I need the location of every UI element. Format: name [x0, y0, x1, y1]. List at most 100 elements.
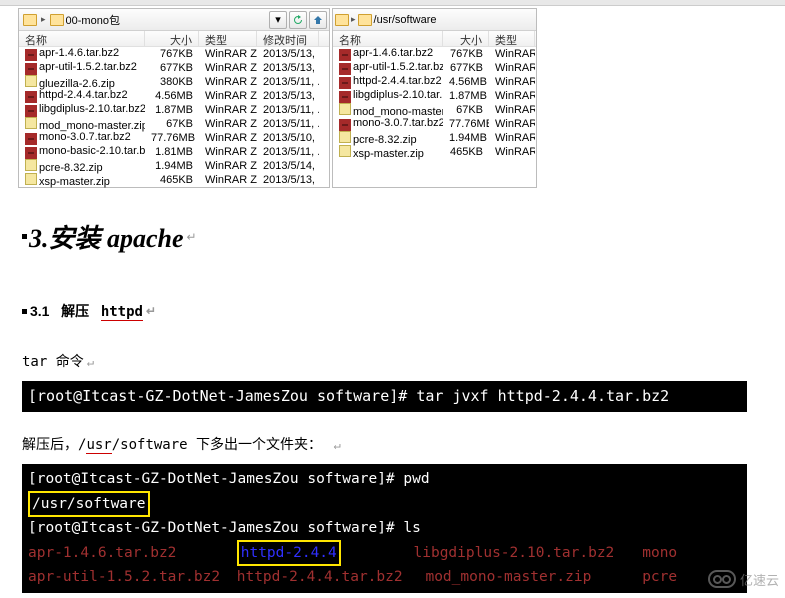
highlight-pwd: /usr/software — [28, 491, 150, 517]
terminal-line: [root@Itcast-GZ-DotNet-JamesZou software… — [28, 517, 741, 539]
ls-item: httpd-2.4.4.tar.bz2 — [237, 566, 417, 588]
file-row: apr-1.4.6.tar.bz2767KBWinRAR Z... — [333, 47, 536, 61]
terminal-line: [root@Itcast-GZ-DotNet-JamesZou software… — [28, 387, 669, 405]
file-row: apr-util-1.5.2.tar.bz2677KBWinRAR Z...20… — [19, 61, 329, 75]
file-row: httpd-2.4.4.tar.bz24.56MBWinRAR Z... — [333, 75, 536, 89]
file-size: 4.56MB — [443, 76, 489, 88]
ls-item: pcre — [642, 569, 677, 585]
file-type: WinRAR Z... — [199, 104, 257, 116]
file-row: mono-3.0.7.tar.bz277.76MBWinRAR Z... — [333, 117, 536, 131]
section-number: 3. — [29, 224, 49, 253]
breadcrumb-sep-icon: ▸ — [41, 14, 46, 25]
path-text: /usr/software — [372, 14, 534, 26]
return-mark: ↵ — [146, 304, 156, 318]
terminal-line: [root@Itcast-GZ-DotNet-JamesZou software… — [28, 468, 741, 490]
file-name: xsp-master.zip — [19, 173, 145, 188]
file-type: WinRAR Z... — [199, 48, 257, 60]
file-size: 465KB — [443, 146, 489, 158]
file-type: WinRAR Z... — [489, 48, 535, 60]
column-headers: 名称 大小 类型 修改时间 — [19, 31, 329, 47]
rar-file-icon — [25, 63, 37, 75]
col-type: 类型 — [489, 31, 535, 46]
zip-file-icon — [339, 103, 351, 115]
return-mark: ↵ — [333, 438, 340, 452]
col-name: 名称 — [333, 31, 443, 46]
explorer-pane-right: ▸ /usr/software 名称 大小 类型 apr-1.4.6.tar.b… — [332, 8, 537, 188]
file-size: 67KB — [443, 104, 489, 116]
watermark-text: 亿速云 — [740, 570, 779, 589]
watermark-logo-icon — [708, 570, 736, 588]
file-type: WinRAR Z... — [199, 132, 257, 144]
subsection-keyword: httpd — [101, 304, 143, 321]
file-name: mono-3.0.7.tar.bz2 — [333, 117, 443, 131]
file-row: mono-3.0.7.tar.bz277.76MBWinRAR Z...2013… — [19, 131, 329, 145]
file-name: libgdiplus-2.10.tar.bz2 — [19, 103, 145, 117]
file-size: 677KB — [145, 62, 199, 74]
subsection-text: 解压 — [61, 303, 89, 319]
folder-icon — [358, 14, 372, 26]
file-name: gluezilla-2.6.zip — [19, 75, 145, 90]
document-body: 3.安装 apache ↵ 3.1 解压 httpd ↵ tar 命令↵ [ro… — [0, 188, 785, 593]
zip-file-icon — [339, 131, 351, 143]
dropdown-icon: ▾ — [269, 11, 287, 29]
file-list-left: apr-1.4.6.tar.bz2767KBWinRAR Z...2013/5/… — [19, 47, 329, 187]
file-type: WinRAR Z... — [489, 62, 535, 74]
file-name: libgdiplus-2.10.tar... — [333, 89, 443, 103]
file-name: mod_mono-master... — [333, 103, 443, 118]
file-row: mod_mono-master...67KBWinRAR Z... — [333, 103, 536, 117]
ls-item: mod_mono-master.zip — [425, 566, 633, 588]
file-name: apr-util-1.5.2.tar.bz2 — [333, 61, 443, 75]
rar-file-icon — [339, 63, 351, 75]
file-name: xsp-master.zip — [333, 145, 443, 160]
zip-file-icon — [25, 173, 37, 185]
file-date: 2013/5/11, ... — [257, 118, 319, 130]
text: /software 下多出一个文件夹： — [112, 437, 322, 453]
file-date: 2013/5/11, ... — [257, 146, 319, 158]
file-name: apr-1.4.6.tar.bz2 — [19, 47, 145, 61]
file-date: 2013/5/13, ... — [257, 90, 319, 102]
file-size: 77.76MB — [145, 132, 199, 144]
bullet-icon — [22, 234, 27, 239]
file-row: pcre-8.32.zip1.94MBWinRAR Z... — [333, 131, 536, 145]
file-size: 1.94MB — [145, 160, 199, 172]
file-name: mod_mono-master.zip — [19, 117, 145, 132]
refresh-icon — [289, 11, 307, 29]
zip-file-icon — [339, 145, 351, 157]
address-icons: ▸ — [21, 14, 64, 26]
ls-item: libgdiplus-2.10.tar.bz2 — [414, 542, 634, 564]
file-date: 2013/5/11, ... — [257, 76, 319, 88]
file-date: 2013/5/11, ... — [257, 104, 319, 116]
rar-file-icon — [25, 49, 37, 61]
column-headers: 名称 大小 类型 — [333, 31, 536, 47]
ls-item: mono — [642, 545, 677, 561]
file-list-right: apr-1.4.6.tar.bz2767KBWinRAR Z...apr-uti… — [333, 47, 536, 159]
file-type: WinRAR Z... — [489, 76, 535, 88]
file-type: WinRAR Z... — [199, 160, 257, 172]
file-size: 1.87MB — [443, 90, 489, 102]
rar-file-icon — [339, 91, 351, 103]
file-type: WinRAR Z... — [489, 104, 535, 116]
terminal-block-1: [root@Itcast-GZ-DotNet-JamesZou software… — [22, 381, 747, 412]
file-size: 767KB — [443, 48, 489, 60]
file-size: 4.56MB — [145, 90, 199, 102]
text: tar — [22, 354, 47, 370]
ls-item-highlight: httpd-2.4.4 — [241, 545, 337, 561]
file-row: apr-1.4.6.tar.bz2767KBWinRAR Z...2013/5/… — [19, 47, 329, 61]
rar-file-icon — [25, 133, 37, 145]
col-date: 修改时间 — [257, 31, 319, 46]
file-type: WinRAR Z... — [199, 174, 257, 186]
col-name: 名称 — [19, 31, 145, 46]
file-size: 1.87MB — [145, 104, 199, 116]
file-type: WinRAR Z... — [199, 62, 257, 74]
text: 命令 — [47, 354, 83, 370]
zip-file-icon — [25, 159, 37, 171]
file-type: WinRAR Z... — [199, 90, 257, 102]
file-size: 465KB — [145, 174, 199, 186]
file-name: pcre-8.32.zip — [333, 131, 443, 146]
explorer-pane-left: ▸ 00-mono包 ▾ 名称 大小 类型 修改时间 apr-1.4.6.tar… — [18, 8, 330, 188]
file-name: httpd-2.4.4.tar.bz2 — [19, 89, 145, 103]
file-row: xsp-master.zip465KBWinRAR Z...2013/5/13,… — [19, 173, 329, 187]
rar-file-icon — [25, 105, 37, 117]
watermark: 亿速云 — [708, 570, 779, 589]
breadcrumb-sep-icon: ▸ — [351, 14, 356, 25]
